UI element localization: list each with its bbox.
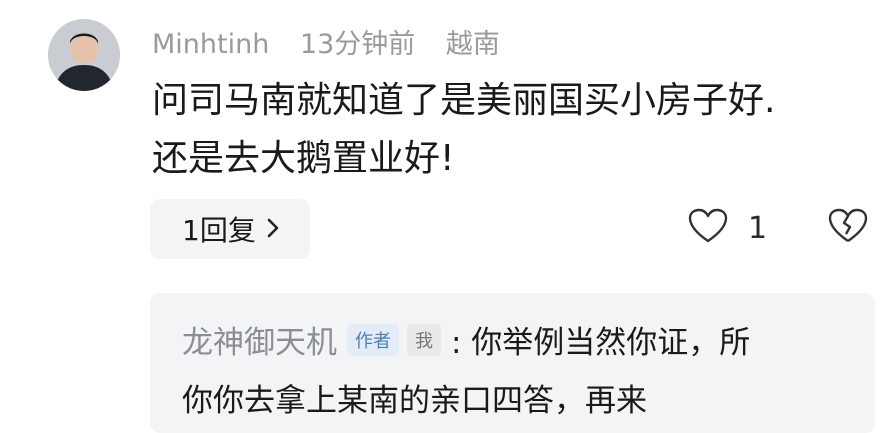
username[interactable]: Minhtinh bbox=[152, 29, 269, 60]
chevron-right-icon bbox=[266, 213, 280, 246]
author-badge: 作者 bbox=[347, 323, 399, 356]
reply-author[interactable]: 龙神御天机 bbox=[182, 317, 337, 362]
reply-preview[interactable]: 龙神御天机 作者 我 : 你举例当然你证，所 你你去拿上某南的亲口四答，再来 bbox=[150, 293, 875, 433]
reply-text-line: : 你举例当然你证，所 bbox=[451, 325, 751, 361]
like-count: 1 bbox=[748, 210, 768, 246]
avatar-image bbox=[48, 19, 120, 91]
like-button[interactable]: 1 bbox=[688, 208, 767, 248]
view-replies-button[interactable]: 1回复 bbox=[150, 199, 310, 259]
avatar[interactable] bbox=[48, 19, 120, 91]
comment-text-line: 问司马南就知道了是美丽国买小房子好. bbox=[152, 80, 776, 121]
comment-time: 13分钟前 bbox=[299, 29, 416, 60]
reply-count-label: 1回复 bbox=[182, 214, 256, 247]
comment-text-line: 还是去大鹅置业好! bbox=[152, 138, 455, 179]
comment-meta: Minhtinh 13分钟前 越南 bbox=[152, 22, 522, 61]
comment-text: 问司马南就知道了是美丽国买小房子好. 还是去大鹅置业好! bbox=[152, 72, 882, 188]
me-badge: 我 bbox=[407, 323, 441, 356]
comment-location: 越南 bbox=[445, 29, 500, 60]
heart-icon bbox=[688, 208, 728, 248]
dislike-button[interactable] bbox=[828, 208, 868, 248]
reply-header: 龙神御天机 作者 我 : 你举例当然你证，所 bbox=[182, 317, 750, 362]
reply-text-line: 你你去拿上某南的亲口四答，再来 bbox=[182, 383, 647, 419]
broken-heart-icon bbox=[828, 208, 868, 248]
